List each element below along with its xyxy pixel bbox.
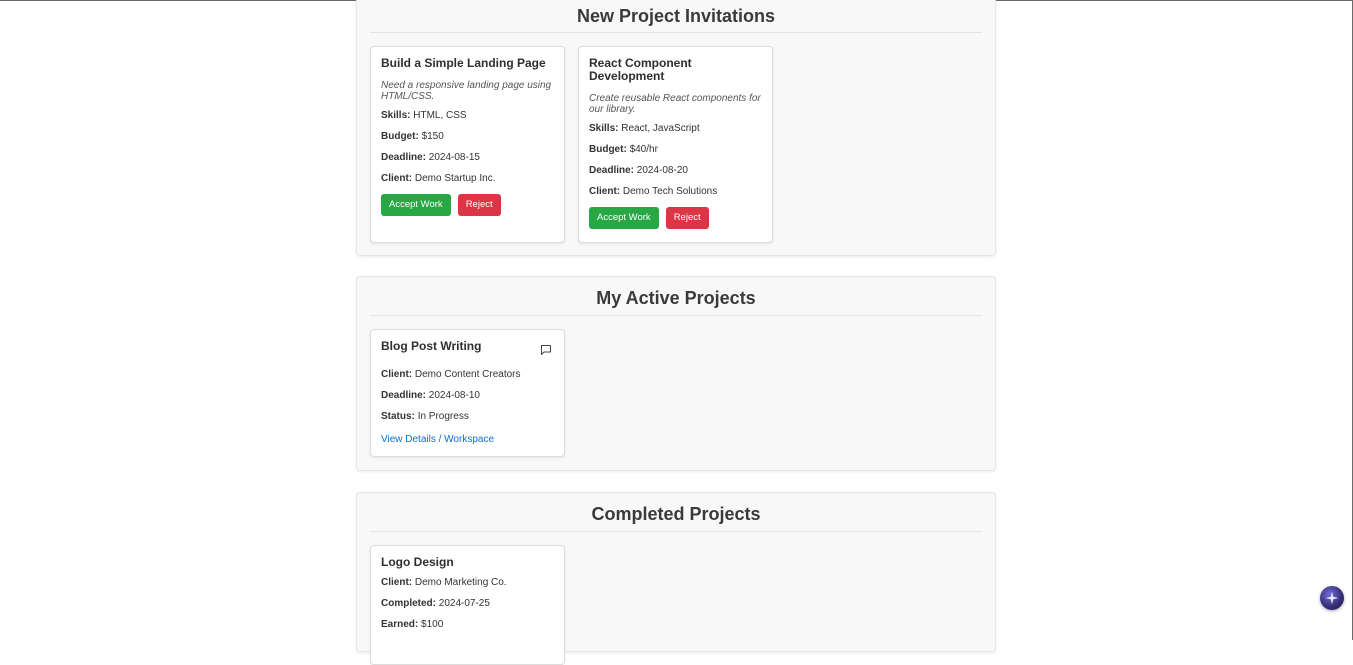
budget-row: Budget: $40/hr <box>589 144 658 155</box>
budget-row: Budget: $150 <box>381 131 444 142</box>
deadline-row: Deadline: 2024-08-20 <box>589 165 688 176</box>
accept-work-button[interactable]: Accept Work <box>589 207 659 229</box>
skills-row: Skills: HTML, CSS <box>381 110 467 121</box>
client-row: Client: Demo Content Creators <box>381 369 521 380</box>
client-row: Client: Demo Startup Inc. <box>381 173 496 184</box>
view-details-link[interactable]: View Details / Workspace <box>381 434 494 445</box>
active-project-card: Blog Post Writing Client: Demo Content C… <box>370 329 565 457</box>
completed-projects-title: Completed Projects <box>370 493 982 532</box>
chat-icon[interactable] <box>540 344 552 356</box>
deadline-row: Deadline: 2024-08-10 <box>381 390 480 401</box>
completed-projects-section: Completed Projects Logo Design Client: D… <box>356 492 996 665</box>
deadline-row: Deadline: 2024-08-15 <box>381 152 480 163</box>
project-title: Blog Post Writing <box>381 339 482 353</box>
invitation-card: Build a Simple Landing Page Need a respo… <box>370 46 565 243</box>
reject-button[interactable]: Reject <box>665 207 709 229</box>
invitation-description: Create reusable React components for our… <box>589 93 761 115</box>
invitation-description: Need a responsive landing page using HTM… <box>381 80 552 102</box>
active-projects-title: My Active Projects <box>370 277 982 316</box>
earned-row: Earned: $100 <box>381 619 444 630</box>
status-row: Status: In Progress <box>381 411 469 422</box>
invitation-title: React Component Development <box>589 56 692 83</box>
sparkle-icon <box>1325 591 1339 605</box>
invitations-section: New Project Invitations Build a Simple L… <box>356 0 996 256</box>
invitations-title: New Project Invitations <box>370 0 982 33</box>
skills-row: Skills: React, JavaScript <box>589 123 700 134</box>
active-projects-section: My Active Projects Blog Post Writing Cli… <box>356 276 996 471</box>
completed-project-card: Logo Design Client: Demo Marketing Co. C… <box>370 545 565 665</box>
reject-button[interactable]: Reject <box>457 194 501 216</box>
project-title: Logo Design <box>381 555 454 569</box>
assistant-button[interactable] <box>1320 586 1344 610</box>
completed-date-row: Completed: 2024-07-25 <box>381 598 490 609</box>
client-row: Client: Demo Marketing Co. <box>381 577 507 588</box>
invitation-title: Build a Simple Landing Page <box>381 56 546 70</box>
invitation-card: React Component Development Create reusa… <box>578 46 773 243</box>
client-row: Client: Demo Tech Solutions <box>589 186 718 197</box>
accept-work-button[interactable]: Accept Work <box>381 194 451 216</box>
